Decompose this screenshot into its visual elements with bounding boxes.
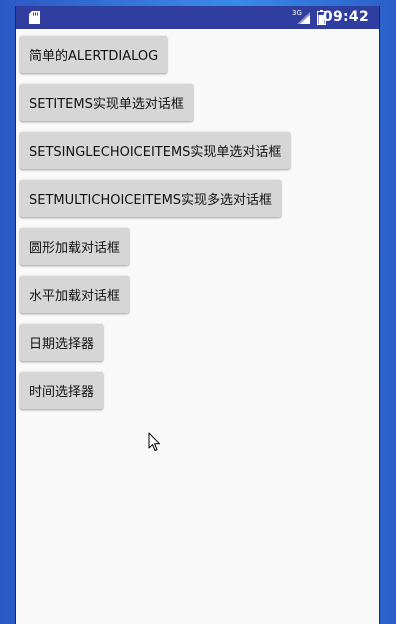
desktop-background: 3G 09:42 简单的ALERTDIALOG SETITEMS实现单选对话框 …: [0, 0, 396, 624]
emulator-screen: 3G 09:42 简单的ALERTDIALOG SETITEMS实现单选对话框 …: [15, 6, 380, 624]
date-picker-button[interactable]: 日期选择器: [20, 324, 104, 361]
setmultichoiceitems-button[interactable]: SETMULTICHOICEITEMS实现多选对话框: [20, 180, 282, 217]
status-clock: 09:42: [322, 9, 369, 25]
time-picker-button[interactable]: 时间选择器: [20, 372, 104, 409]
horizontal-progress-dialog-button[interactable]: 水平加载对话框: [20, 276, 130, 313]
circular-progress-dialog-button[interactable]: 圆形加载对话框: [20, 228, 130, 265]
sd-card-icon: [29, 11, 40, 24]
mouse-pointer-icon: [148, 432, 160, 451]
simple-alertdialog-button[interactable]: 简单的ALERTDIALOG: [20, 36, 168, 73]
setitems-single-choice-button[interactable]: SETITEMS实现单选对话框: [20, 84, 193, 121]
signal-icon: [297, 12, 310, 24]
status-bar: 3G 09:42: [16, 6, 379, 29]
setsinglechoiceitems-button[interactable]: SETSINGLECHOICEITEMS实现单选对话框: [20, 132, 291, 169]
